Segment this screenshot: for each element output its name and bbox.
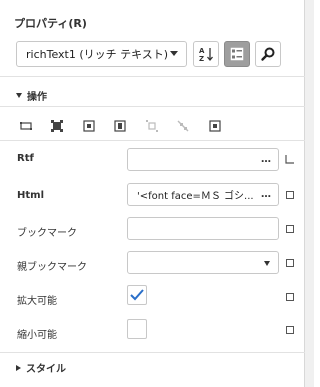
search-icon: [261, 47, 275, 61]
collapsed-icon: [16, 364, 21, 371]
rtf-field[interactable]: …: [127, 148, 279, 171]
properties-panel: プロパティ(R) richText1 (リッチ テキスト) A Z 操作 Rtf…: [0, 0, 305, 387]
binding-marker-icon[interactable]: [286, 326, 294, 334]
object-selector-value: richText1 (リッチ テキスト): [26, 48, 169, 61]
divider: [0, 106, 305, 107]
parent-bookmark-dropdown[interactable]: [127, 251, 279, 274]
binding-marker-icon[interactable]: [286, 293, 294, 301]
html-value: '<font face=ＭＳ ゴシ...: [137, 191, 254, 202]
center-both-icon[interactable]: [199, 118, 231, 134]
categorized-icon: [230, 47, 244, 61]
section-style-label: スタイル: [26, 364, 66, 375]
expanded-icon: [16, 93, 22, 98]
binding-marker-icon[interactable]: [286, 259, 294, 267]
vertical-scrollbar[interactable]: [305, 0, 314, 387]
property-label-bookmark: ブックマーク: [17, 228, 77, 239]
section-operation-label: 操作: [27, 92, 47, 103]
center-vertical-icon[interactable]: [105, 118, 137, 134]
distribute-alt-icon: [168, 118, 200, 134]
sort-az-icon: A Z: [199, 47, 213, 62]
property-label-can-grow: 拡大可能: [17, 296, 57, 307]
chevron-down-icon: [264, 261, 270, 266]
search-button[interactable]: [255, 41, 281, 67]
property-label-can-shrink: 縮小可能: [17, 330, 57, 341]
svg-text:A: A: [199, 47, 205, 55]
distribute-icon: [136, 118, 168, 134]
panel-title: プロパティ(R): [14, 17, 87, 30]
object-selector[interactable]: richText1 (リッチ テキスト): [16, 41, 187, 67]
binding-marker-icon[interactable]: [285, 155, 294, 164]
divider: [0, 76, 305, 77]
html-field[interactable]: '<font face=ＭＳ ゴシ... …: [127, 183, 279, 206]
divider: [0, 352, 305, 353]
center-horizontal-icon[interactable]: [73, 118, 105, 134]
binding-marker-icon[interactable]: [286, 191, 294, 199]
align-left-icon[interactable]: [10, 118, 42, 134]
property-label-rtf: Rtf: [17, 153, 34, 164]
can-grow-checkbox[interactable]: [127, 285, 147, 305]
checkmark-icon: [130, 289, 144, 301]
categorized-view-button[interactable]: [224, 41, 250, 67]
binding-marker-icon[interactable]: [286, 225, 294, 233]
svg-text:Z: Z: [199, 55, 204, 62]
fill-icon[interactable]: [42, 118, 74, 134]
property-label-parent-bookmark: 親ブックマーク: [17, 262, 87, 273]
section-style-header[interactable]: スタイル: [16, 360, 66, 375]
property-label-html: Html: [17, 190, 44, 201]
ellipsis-button[interactable]: …: [261, 189, 272, 200]
sort-alphabetical-button[interactable]: A Z: [193, 41, 219, 67]
ellipsis-button[interactable]: …: [261, 154, 272, 165]
can-shrink-checkbox[interactable]: [127, 319, 147, 339]
section-operation-header[interactable]: 操作: [16, 88, 47, 103]
bookmark-field[interactable]: [127, 217, 279, 240]
divider: [0, 140, 305, 141]
layout-operations: [10, 118, 231, 134]
chevron-down-icon: [170, 51, 178, 56]
